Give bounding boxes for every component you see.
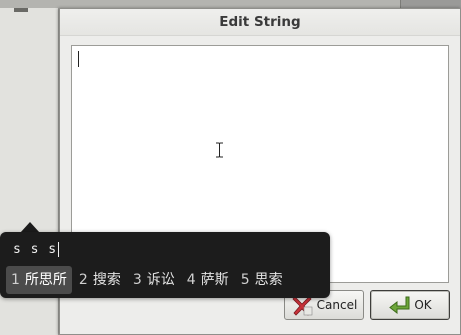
ime-candidate-text: 萨斯 <box>200 272 229 288</box>
ime-preedit: s s s <box>13 241 60 259</box>
ime-candidate-number: 5 <box>240 272 250 288</box>
ime-candidate-text: 思索 <box>254 272 283 288</box>
ime-candidate-text: 搜索 <box>92 272 121 288</box>
ime-candidate[interactable]: 4 萨斯 <box>182 266 234 294</box>
background-tick <box>14 8 28 12</box>
ime-candidate-number: 2 <box>78 272 88 288</box>
ok-button-label: OK <box>414 298 432 312</box>
ok-arrow-icon <box>389 296 410 315</box>
cancel-button-label: Cancel <box>316 298 358 312</box>
ime-candidate-text: 所思所 <box>24 272 67 288</box>
ime-candidate-number: 4 <box>186 272 196 288</box>
ime-candidate[interactable]: 2 搜索 <box>74 266 126 294</box>
ime-candidate-popup: s s s 1 所思所 2 搜索 3 诉讼 4 萨斯 5 思索 <box>0 232 330 298</box>
ime-candidate-list: 1 所思所 2 搜索 3 诉讼 4 萨斯 5 思索 <box>6 266 290 294</box>
ime-candidate-number: 3 <box>132 272 142 288</box>
ibeam-cursor-icon <box>216 142 223 158</box>
ime-candidate[interactable]: 3 诉讼 <box>128 266 180 294</box>
ime-candidate-number: 1 <box>11 272 20 288</box>
ime-preedit-text: s s s <box>13 242 58 257</box>
ime-caret <box>58 242 60 257</box>
text-caret <box>78 51 79 67</box>
ime-candidate-text: 诉讼 <box>146 272 175 288</box>
ok-button[interactable]: OK <box>370 290 450 320</box>
ime-candidate[interactable]: 1 所思所 <box>6 266 72 294</box>
dialog-title[interactable]: Edit String <box>60 9 460 36</box>
ime-candidate[interactable]: 5 思索 <box>236 266 288 294</box>
